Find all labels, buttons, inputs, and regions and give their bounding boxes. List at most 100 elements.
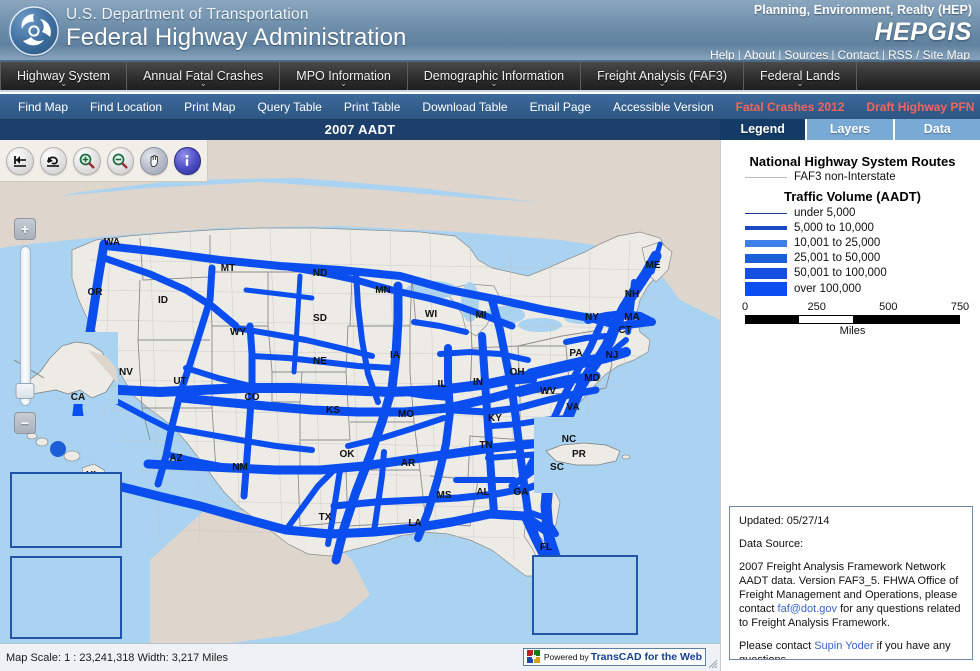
utility-link-help[interactable]: Help bbox=[708, 48, 737, 62]
zoom-in-button[interactable]: + bbox=[14, 218, 36, 240]
scale-unit-label: Miles bbox=[839, 325, 866, 337]
nav-tab-annual-fatal-crashes[interactable]: Annual Fatal Crashes ⌄ bbox=[127, 62, 281, 90]
map-canvas[interactable]: HI PR WAORIDMTNDMNSDWYNVUTCONEIAKSMOCAAZ… bbox=[0, 140, 720, 643]
faf-email-link[interactable]: faf@dot.gov bbox=[778, 603, 837, 615]
legend-item: FAF3 non-Interstate bbox=[745, 171, 970, 183]
panel-tab-strip: Legend Layers Data bbox=[720, 118, 980, 140]
zoom-in-icon[interactable] bbox=[73, 146, 101, 175]
agency-line-2: Federal Highway Administration bbox=[66, 24, 407, 51]
data-source-description: 2007 Freight Analysis Framework Network … bbox=[739, 560, 963, 630]
scale-tick: 0 bbox=[741, 301, 749, 313]
utility-link-contact[interactable]: Contact bbox=[835, 48, 880, 62]
puerto-rico-inset[interactable] bbox=[532, 555, 638, 635]
transcad-brand-label: TransCAD for the Web bbox=[590, 651, 702, 663]
state-label-ma: MA bbox=[624, 312, 640, 323]
legend-color-swatch bbox=[745, 239, 787, 247]
legend-item-label: over 100,000 bbox=[794, 283, 862, 295]
utility-link-rss-site-map[interactable]: RSS / Site Map bbox=[886, 48, 972, 62]
subnav-link-fatal-crashes-2012[interactable]: Fatal Crashes 2012 bbox=[736, 100, 845, 114]
subnav-link-query-table[interactable]: Query Table bbox=[257, 100, 321, 114]
subnav-link-draft-highway-pfn[interactable]: Draft Highway PFN bbox=[866, 100, 974, 114]
state-label-nm: NM bbox=[232, 462, 248, 473]
hawaii-inset[interactable] bbox=[10, 556, 122, 639]
subnav-link-email-page[interactable]: Email Page bbox=[530, 100, 591, 114]
legend-color-swatch bbox=[745, 282, 787, 296]
state-label-id: ID bbox=[158, 295, 168, 306]
state-label-mn: MN bbox=[375, 285, 391, 296]
zoom-slider-handle[interactable] bbox=[15, 383, 35, 399]
svg-text:PR: PR bbox=[572, 449, 587, 460]
data-source-label: Data Source: bbox=[739, 538, 804, 550]
subnav-link-accessible-version[interactable]: Accessible Version bbox=[613, 100, 714, 114]
powered-by-label: Powered by bbox=[543, 652, 589, 662]
map-scale-text: Map Scale: 1 : 23,241,318 Width: 3,217 M… bbox=[6, 651, 228, 664]
legend-item-label: 5,000 to 10,000 bbox=[794, 222, 874, 234]
state-label-ne: NE bbox=[313, 356, 327, 367]
legend-item: 5,000 to 10,000 bbox=[745, 222, 970, 234]
state-label-or: OR bbox=[88, 287, 104, 298]
contact-person-link[interactable]: Supin Yoder bbox=[814, 640, 873, 652]
state-label-ct: CT bbox=[618, 325, 631, 336]
utility-link-sources[interactable]: Sources bbox=[782, 48, 830, 62]
state-label-pa: PA bbox=[569, 348, 582, 359]
state-label-ny: NY bbox=[585, 312, 599, 323]
panel-tab-data[interactable]: Data bbox=[894, 119, 980, 140]
zoom-slider-track[interactable] bbox=[15, 246, 35, 406]
state-label-tx: TX bbox=[319, 512, 332, 523]
app-title: HEPGIS bbox=[874, 18, 972, 46]
map-toolbar bbox=[0, 140, 208, 182]
contact-prefix: Please contact bbox=[739, 640, 815, 652]
legend-section-1-title: National Highway System Routes bbox=[749, 154, 956, 169]
identify-info-icon[interactable] bbox=[173, 146, 201, 175]
dot-triskelion-logo-icon bbox=[8, 5, 60, 57]
subnav-link-print-table[interactable]: Print Table bbox=[344, 100, 400, 114]
legend-color-swatch bbox=[745, 212, 787, 214]
chevron-down-icon: ⌄ bbox=[340, 79, 347, 88]
nav-tab-demographic-information[interactable]: Demographic Information ⌄ bbox=[408, 62, 582, 90]
zoom-out-button[interactable]: − bbox=[14, 412, 36, 434]
state-label-ca: CA bbox=[71, 392, 85, 403]
scale-tick: 750 bbox=[950, 301, 970, 313]
hepgis-application: U.S. Department of Transportation Federa… bbox=[0, 0, 980, 671]
nav-tab-freight-analysis-faf3[interactable]: Freight Analysis (FAF3) ⌄ bbox=[581, 62, 745, 90]
state-label-md: MD bbox=[584, 373, 600, 384]
legend-section-2-title: Traffic Volume (AADT) bbox=[784, 189, 921, 204]
state-label-wi: WI bbox=[425, 309, 437, 320]
nav-tab-federal-lands[interactable]: Federal Lands ⌄ bbox=[744, 62, 857, 90]
metadata-info-box: Updated: 05/27/14 Data Source: 2007 Frei… bbox=[729, 506, 973, 660]
legend-color-swatch bbox=[745, 253, 787, 263]
alaska-inset[interactable] bbox=[10, 472, 122, 548]
scale-tick: 500 bbox=[879, 301, 898, 313]
zoom-out-icon[interactable] bbox=[106, 146, 134, 175]
full-extent-icon[interactable] bbox=[6, 146, 34, 175]
legend-item: 10,001 to 25,000 bbox=[745, 237, 970, 249]
legend-section-2-items: under 5,000 5,000 to 10,000 10,001 to 25,0… bbox=[735, 207, 970, 296]
state-label-wa: WA bbox=[104, 237, 120, 248]
legend-item-label: 50,001 to 100,000 bbox=[794, 267, 887, 279]
legend-item-label: FAF3 non-Interstate bbox=[794, 171, 896, 183]
subnav-link-find-location[interactable]: Find Location bbox=[90, 100, 162, 114]
legend-color-swatch bbox=[745, 267, 787, 279]
state-label-ok: OK bbox=[340, 449, 356, 460]
nav-tab-highway-system[interactable]: Highway System ⌄ bbox=[0, 62, 128, 90]
panel-tab-layers[interactable]: Layers bbox=[807, 119, 895, 140]
state-label-ks: KS bbox=[326, 405, 340, 416]
subnav-link-print-map[interactable]: Print Map bbox=[184, 100, 235, 114]
legend-item: under 5,000 bbox=[745, 207, 970, 219]
state-label-wv: WV bbox=[540, 386, 556, 397]
utility-link-about[interactable]: About bbox=[742, 48, 777, 62]
chevron-down-icon: ⌄ bbox=[658, 79, 666, 88]
panel-tab-legend[interactable]: Legend bbox=[720, 119, 808, 140]
contact-line: Please contact Supin Yoder if you have a… bbox=[739, 639, 963, 659]
legend-item: 25,001 to 50,000 bbox=[745, 252, 970, 264]
state-label-ut: UT bbox=[173, 376, 186, 387]
subnav-link-find-map[interactable]: Find Map bbox=[18, 100, 68, 114]
nav-tab-mpo-information[interactable]: MPO Information ⌄ bbox=[280, 62, 408, 90]
subnav-link-download-table[interactable]: Download Table bbox=[422, 100, 507, 114]
previous-extent-icon[interactable] bbox=[39, 146, 67, 175]
resize-grip-icon[interactable] bbox=[708, 659, 718, 669]
state-label-ky: KY bbox=[488, 413, 502, 424]
powered-by-transcad-badge[interactable]: Powered by TransCAD for the Web bbox=[522, 648, 706, 666]
pan-hand-icon[interactable] bbox=[140, 146, 168, 175]
legend-item-label: 25,001 to 50,000 bbox=[794, 252, 881, 264]
